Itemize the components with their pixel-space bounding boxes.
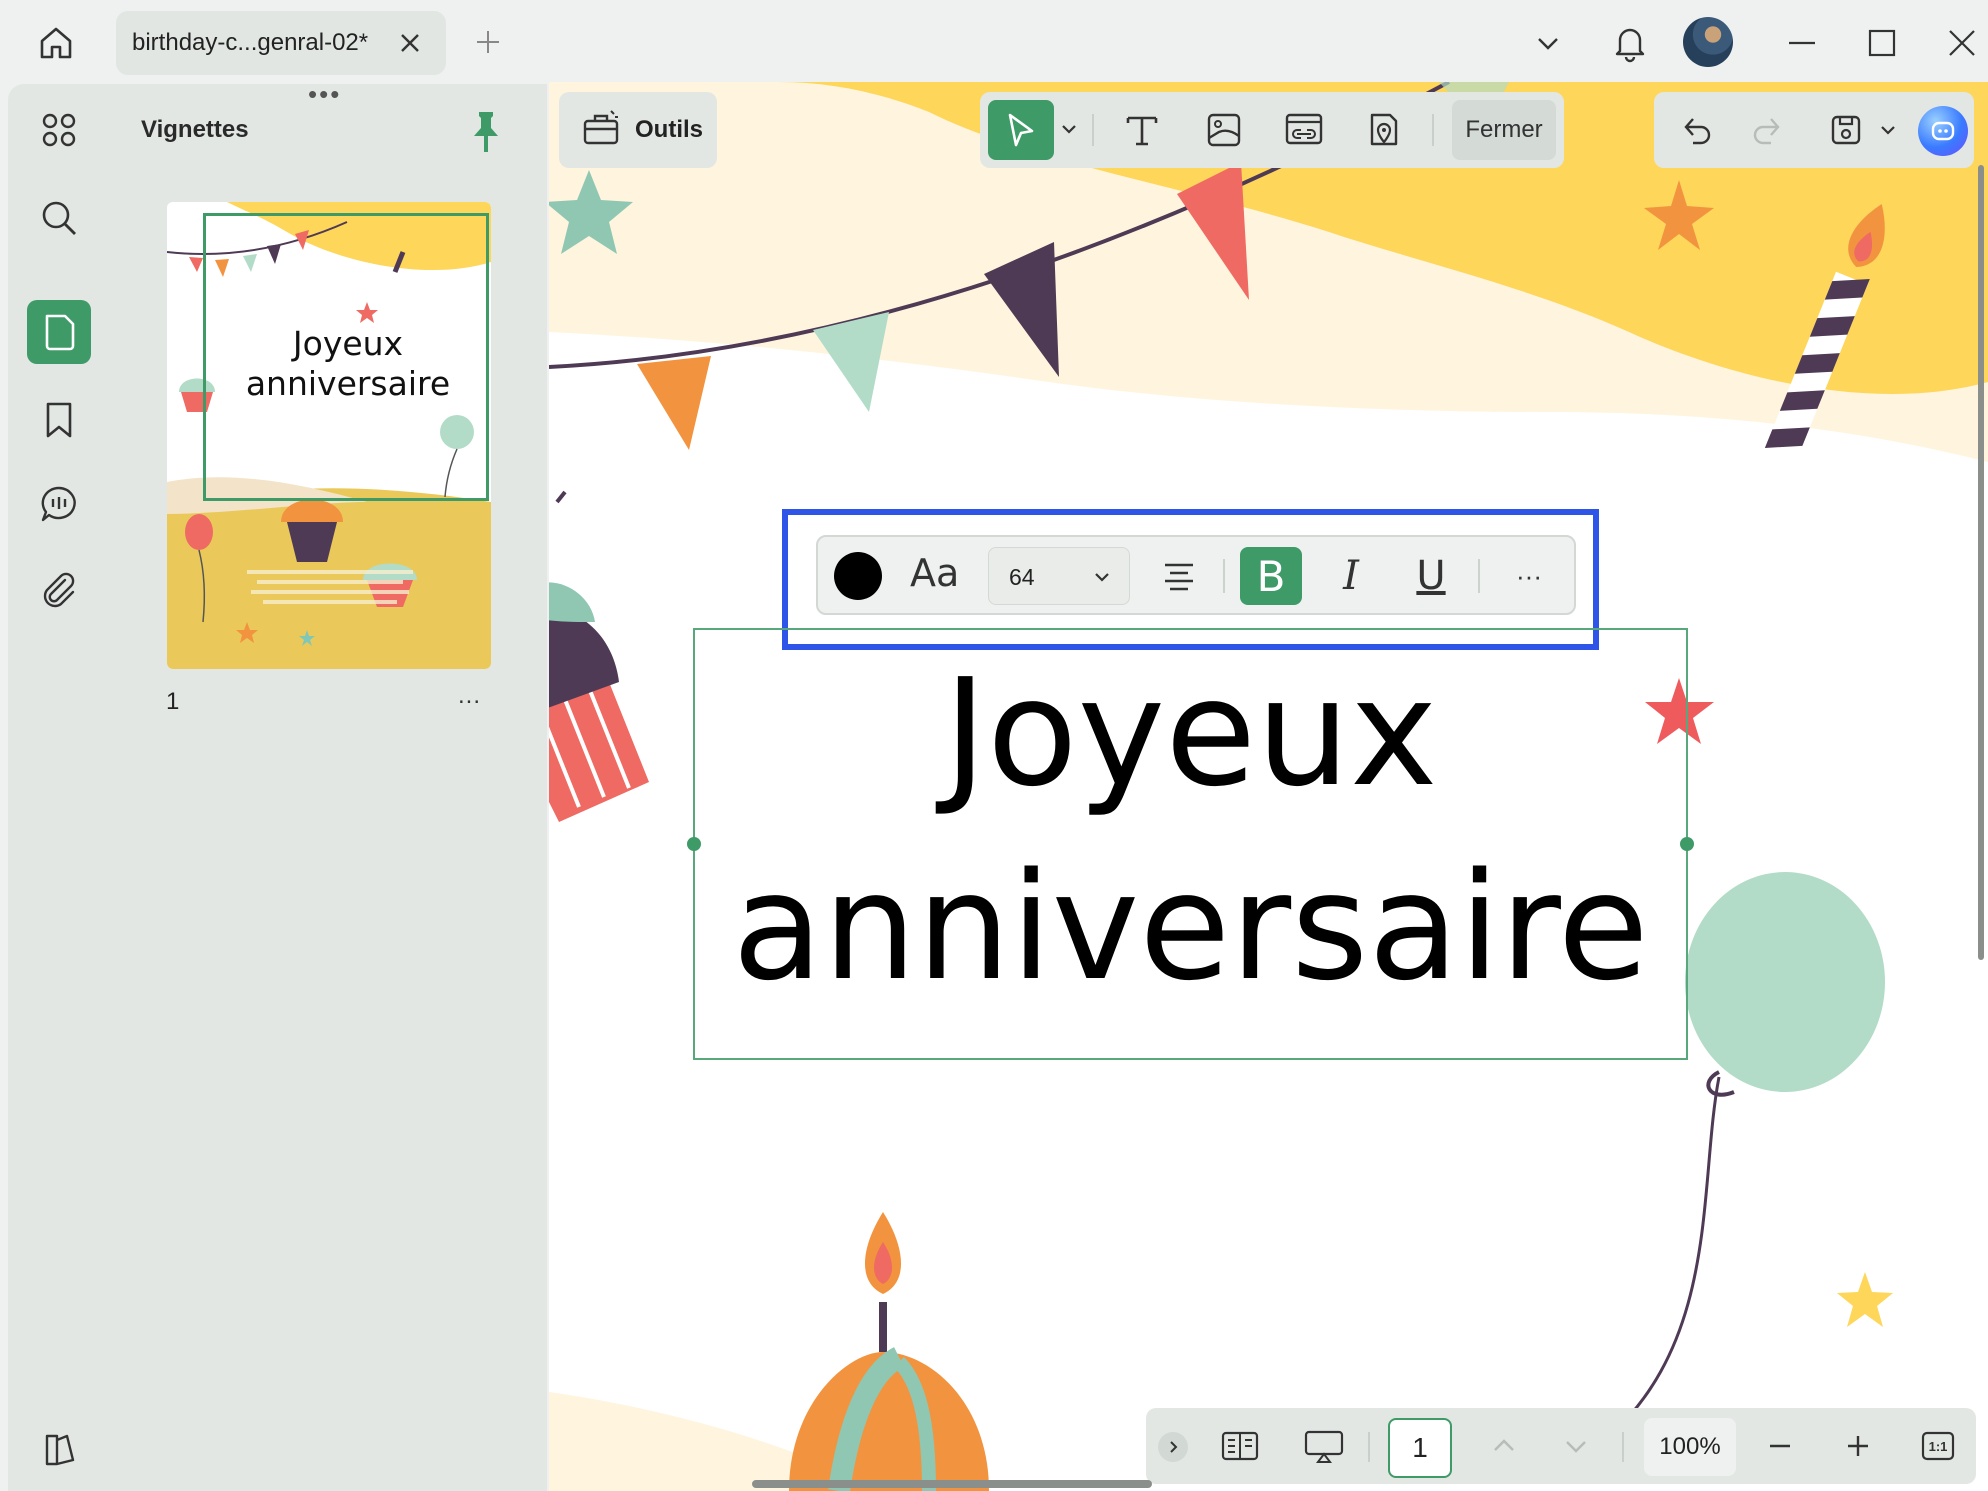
page-number-input[interactable]: 1: [1388, 1418, 1452, 1478]
italic-glyph: I: [1343, 553, 1359, 599]
add-location-icon[interactable]: [1354, 100, 1414, 160]
new-tab-plus-icon[interactable]: [470, 24, 506, 60]
tab-close-icon[interactable]: [394, 27, 426, 59]
zoom-level[interactable]: 100%: [1644, 1418, 1736, 1476]
page-layout-icon[interactable]: [1212, 1418, 1268, 1474]
title-line-1[interactable]: Joyeux: [695, 648, 1686, 818]
maximize-icon[interactable]: [1854, 18, 1910, 68]
tools-menu-button[interactable]: Outils: [559, 92, 717, 168]
attachment-paperclip-icon[interactable]: [27, 558, 91, 622]
apps-grid-icon[interactable]: [27, 98, 91, 162]
select-mode-chevron-down-icon[interactable]: [1056, 116, 1082, 142]
tab-list-chevron-down-icon[interactable]: [1520, 18, 1576, 68]
home-icon[interactable]: [28, 18, 84, 68]
comments-icon[interactable]: [27, 472, 91, 536]
actual-size-label: 1:1: [1928, 1438, 1948, 1454]
add-image-icon[interactable]: [1194, 100, 1254, 160]
window-close-icon[interactable]: [1934, 18, 1988, 68]
thumbnail-more-button[interactable]: ...: [458, 682, 481, 710]
toolbar-divider: [1092, 114, 1094, 146]
tab-title: birthday-c...genral-02*: [132, 29, 369, 56]
chevron-down-icon: [1089, 564, 1115, 590]
thumbnail-title-line2: anniversaire: [245, 364, 451, 403]
underline-button[interactable]: U: [1400, 547, 1462, 605]
title-line-2[interactable]: anniversaire: [695, 842, 1686, 1012]
edit-toolbar: Fermer: [980, 92, 1564, 168]
expand-chevron-right-icon[interactable]: [1158, 1432, 1188, 1462]
bottom-divider: [1622, 1432, 1624, 1462]
text-format-toolbar: Aa 64 B I U ···: [816, 535, 1576, 615]
close-editing-button[interactable]: Fermer: [1452, 100, 1556, 160]
user-avatar[interactable]: [1683, 17, 1733, 67]
font-size-value: 64: [1009, 564, 1035, 590]
select-pointer-button[interactable]: [988, 100, 1054, 160]
thumbnail-title-line1: Joyeux: [292, 324, 404, 363]
document-tab[interactable]: birthday-c...genral-02*: [116, 11, 446, 75]
redo-icon[interactable]: [1738, 100, 1798, 160]
next-page-chevron-down-icon[interactable]: [1548, 1418, 1604, 1474]
undo-icon[interactable]: [1666, 100, 1726, 160]
search-icon[interactable]: [27, 186, 91, 250]
minimize-icon[interactable]: [1774, 18, 1830, 68]
toolbox-icon: [581, 109, 621, 152]
panel-title: Vignettes: [141, 116, 249, 143]
underline-glyph: U: [1416, 553, 1446, 599]
format-divider: [1223, 559, 1225, 593]
left-rail: [8, 84, 110, 1491]
previous-page-chevron-up-icon[interactable]: [1476, 1418, 1532, 1474]
add-link-icon[interactable]: [1274, 100, 1334, 160]
thumbnails-page-icon[interactable]: [27, 300, 91, 364]
actual-size-button[interactable]: 1:1: [1910, 1418, 1966, 1474]
bookmark-icon[interactable]: [27, 388, 91, 452]
pin-icon[interactable]: [466, 108, 506, 156]
vertical-scrollbar[interactable]: [1978, 165, 1984, 960]
right-toolbar: [1654, 92, 1974, 168]
add-text-icon[interactable]: [1112, 100, 1172, 160]
panel-resize-grip[interactable]: •••: [308, 81, 341, 107]
toolbar-divider: [1432, 114, 1434, 146]
bell-icon[interactable]: [1602, 18, 1658, 68]
tools-label: Outils: [635, 116, 704, 143]
presentation-icon[interactable]: [1296, 1418, 1352, 1474]
thumbnail-title: Joyeux anniversaire: [207, 324, 489, 404]
save-options-chevron-down-icon[interactable]: [1868, 100, 1908, 160]
ai-assistant-icon[interactable]: [1918, 106, 1968, 156]
more-format-options-button[interactable]: ···: [1498, 547, 1560, 605]
bold-glyph: B: [1256, 551, 1286, 601]
horizontal-scrollbar[interactable]: [752, 1480, 1152, 1488]
font-family-button[interactable]: Aa: [910, 551, 959, 595]
zoom-in-icon[interactable]: [1830, 1418, 1886, 1474]
italic-button[interactable]: I: [1320, 547, 1382, 605]
font-size-select[interactable]: 64: [988, 547, 1130, 605]
thumbnail-panel: ••• Vignettes Joyeux anniversaire 1 ...: [110, 81, 547, 1491]
text-color-swatch[interactable]: [834, 552, 882, 600]
bottom-navigation-bar: 1 100% 1:1: [1146, 1408, 1976, 1484]
format-divider: [1478, 559, 1480, 593]
zoom-out-icon[interactable]: [1752, 1418, 1808, 1474]
bold-button[interactable]: B: [1240, 547, 1302, 605]
title-bar: birthday-c...genral-02*: [0, 0, 1988, 84]
selected-text-box[interactable]: Joyeux anniversaire: [687, 628, 1694, 1060]
theme-toggle-icon[interactable]: [27, 1418, 91, 1482]
bottom-divider: [1368, 1432, 1370, 1462]
align-center-icon[interactable]: [1148, 547, 1210, 605]
save-icon[interactable]: [1816, 100, 1876, 160]
thumbnail-page-number: 1: [166, 688, 180, 715]
